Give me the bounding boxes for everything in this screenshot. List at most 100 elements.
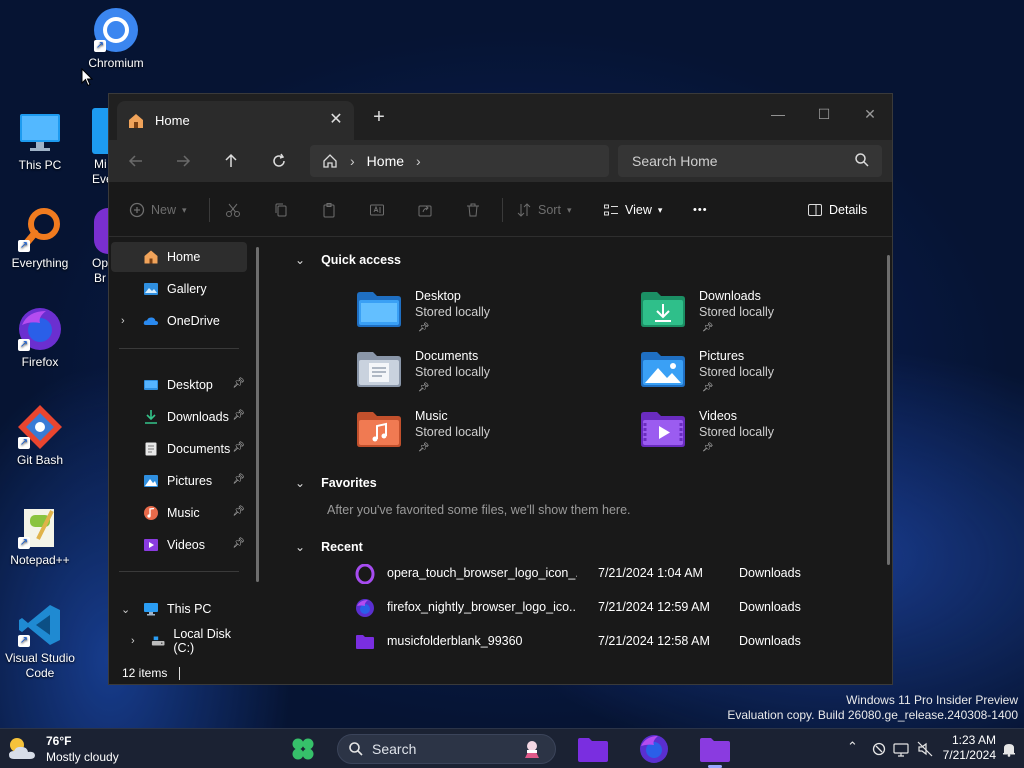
- breadcrumb-home[interactable]: Home: [367, 153, 404, 169]
- minimize-button[interactable]: —: [755, 100, 801, 128]
- more-options-button[interactable]: •••: [693, 196, 708, 224]
- search-input[interactable]: [618, 145, 882, 177]
- sidebar-item-onedrive[interactable]: › OneDrive: [111, 306, 247, 336]
- delete-button[interactable]: [465, 196, 481, 224]
- divider: [119, 571, 239, 572]
- watermark-line: Evaluation copy. Build 26080.ge_release.…: [727, 708, 1018, 722]
- folder-name: Videos: [699, 409, 737, 423]
- chevron-right-icon[interactable]: ›: [121, 315, 125, 327]
- chevron-right-icon[interactable]: ›: [416, 153, 421, 169]
- pin-icon: 📌︎: [232, 442, 245, 453]
- rename-button[interactable]: [369, 196, 385, 224]
- details-pane-icon: [808, 204, 822, 216]
- quick-access-downloads[interactable]: Downloads Stored locally 📌︎: [641, 287, 892, 333]
- forward-button[interactable]: [168, 146, 198, 176]
- maximize-button[interactable]: ☐: [801, 100, 847, 128]
- cut-button[interactable]: [225, 196, 241, 224]
- taskbar-search[interactable]: Search: [337, 734, 556, 764]
- show-hidden-icons-button[interactable]: ⌃: [847, 739, 858, 755]
- new-tab-button[interactable]: +: [367, 105, 391, 129]
- shortcut-arrow-icon: ↗: [18, 240, 30, 252]
- breadcrumb[interactable]: › Home ›: [310, 145, 609, 177]
- file-name: musicfolderblank_99360: [387, 634, 523, 648]
- details-button[interactable]: Details: [807, 196, 867, 224]
- sidebar-item-downloads[interactable]: Downloads 📌︎: [111, 402, 247, 432]
- desktop-icon-everything[interactable]: ↗ Everything: [0, 206, 80, 271]
- copy-button[interactable]: [273, 196, 289, 224]
- back-button[interactable]: [121, 146, 151, 176]
- notification-bell-icon[interactable]: [1001, 741, 1017, 757]
- desktop-icon-git-bash[interactable]: ↗ Git Bash: [0, 403, 80, 468]
- copy-icon: [275, 203, 287, 217]
- new-button[interactable]: New ▾: [129, 196, 187, 224]
- tab-close-button[interactable]: ✕: [326, 110, 346, 130]
- sidebar-item-videos[interactable]: Videos 📌︎: [111, 530, 247, 560]
- taskbar-folder-active[interactable]: [699, 733, 731, 765]
- recent-file-row[interactable]: musicfolderblank_99360 7/21/2024 12:58 A…: [355, 630, 875, 654]
- chevron-right-icon[interactable]: ›: [131, 635, 135, 647]
- sidebar-item-documents[interactable]: Documents 📌︎: [111, 434, 247, 464]
- shortcut-arrow-icon: ↗: [18, 635, 30, 647]
- content-scrollbar[interactable]: [887, 255, 890, 565]
- chevron-down-icon: ▾: [657, 204, 663, 215]
- purple-folder-icon: [700, 738, 730, 762]
- sidebar-item-music[interactable]: Music 📌︎: [111, 498, 247, 528]
- tab-home[interactable]: Home ✕: [117, 101, 354, 140]
- quick-access-pictures[interactable]: Pictures Stored locally 📌︎: [641, 347, 892, 393]
- desktop-icon-vscode[interactable]: ↗ Visual Studio Code: [0, 601, 80, 681]
- quick-access-videos[interactable]: Videos Stored locally 📌︎: [641, 407, 892, 453]
- sidebar-item-pictures[interactable]: Pictures 📌︎: [111, 466, 247, 496]
- pin-icon: 📌︎: [232, 538, 245, 549]
- onedrive-cloud-icon: [143, 317, 158, 325]
- sidebar-item-label: Gallery: [167, 282, 207, 296]
- rename-icon: [370, 204, 384, 216]
- desktop-icon-chromium[interactable]: ↗ Chromium: [76, 6, 156, 71]
- recent-file-row[interactable]: firefox_nightly_browser_logo_ico... 7/21…: [355, 596, 875, 620]
- paste-button[interactable]: [321, 196, 337, 224]
- folder-name: Desktop: [415, 289, 461, 303]
- quick-access-music[interactable]: Music Stored locally 📌︎: [357, 407, 617, 453]
- desktop-icon-firefox[interactable]: ↗ Firefox: [0, 305, 80, 370]
- desktop-icon-label: Notepad++: [10, 553, 70, 567]
- refresh-button[interactable]: [264, 146, 294, 176]
- shortcut-arrow-icon: ↗: [94, 40, 106, 52]
- taskbar-firefox[interactable]: [638, 733, 670, 765]
- partial-desktop-icon[interactable]: [92, 108, 108, 154]
- pin-icon: 📌︎: [702, 382, 714, 392]
- section-favorites[interactable]: ⌄ Favorites: [295, 476, 377, 490]
- sidebar-item-this-pc[interactable]: ⌄ This PC: [111, 594, 247, 624]
- start-button[interactable]: [287, 733, 319, 765]
- sort-button[interactable]: Sort ▾: [516, 196, 571, 224]
- sidebar-scrollbar[interactable]: [256, 247, 259, 582]
- plus-circle-icon: [129, 202, 145, 218]
- up-button[interactable]: [216, 146, 246, 176]
- sidebar-item-gallery[interactable]: Gallery: [111, 274, 247, 304]
- view-button[interactable]: View ▾: [603, 196, 662, 224]
- section-recent[interactable]: ⌄ Recent: [295, 540, 363, 554]
- weather-widget[interactable]: 76°F Mostly cloudy: [6, 733, 119, 765]
- partial-desktop-label: Op: [92, 256, 109, 270]
- network-icon[interactable]: [893, 741, 909, 757]
- section-quick-access[interactable]: ⌄ Quick access: [295, 253, 401, 267]
- sidebar-item-desktop[interactable]: Desktop 📌︎: [111, 370, 247, 400]
- chevron-down-icon[interactable]: ⌄: [121, 603, 130, 616]
- close-button[interactable]: ✕: [847, 100, 892, 128]
- sidebar-item-label: OneDrive: [167, 314, 220, 328]
- folder-status: Stored locally: [415, 365, 491, 379]
- search-icon: [349, 742, 363, 756]
- volume-muted-icon[interactable]: [917, 741, 933, 757]
- taskbar-file-explorer-purple[interactable]: [577, 733, 609, 765]
- recent-file-row[interactable]: opera_touch_browser_logo_icon_... 7/21/2…: [355, 562, 875, 586]
- watermark-line: Windows 11 Pro Insider Preview: [846, 693, 1018, 707]
- share-button[interactable]: [417, 196, 433, 224]
- sidebar-item-home[interactable]: Home: [111, 242, 247, 272]
- sidebar-item-local-disk[interactable]: › Local Disk (C:): [111, 626, 247, 656]
- tray-app-icon[interactable]: [871, 741, 887, 757]
- partial-desktop-icon[interactable]: [94, 208, 108, 254]
- clock[interactable]: 1:23 AM 7/21/2024: [932, 733, 996, 763]
- desktop-icon-this-pc[interactable]: This PC: [0, 108, 80, 173]
- quick-access-desktop[interactable]: Desktop Stored locally 📌︎: [357, 287, 617, 333]
- desktop-icon-notepad-plus-plus[interactable]: ↗ Notepad++: [0, 503, 80, 568]
- sort-icon: [517, 203, 531, 217]
- quick-access-documents[interactable]: Documents Stored locally 📌︎: [357, 347, 617, 393]
